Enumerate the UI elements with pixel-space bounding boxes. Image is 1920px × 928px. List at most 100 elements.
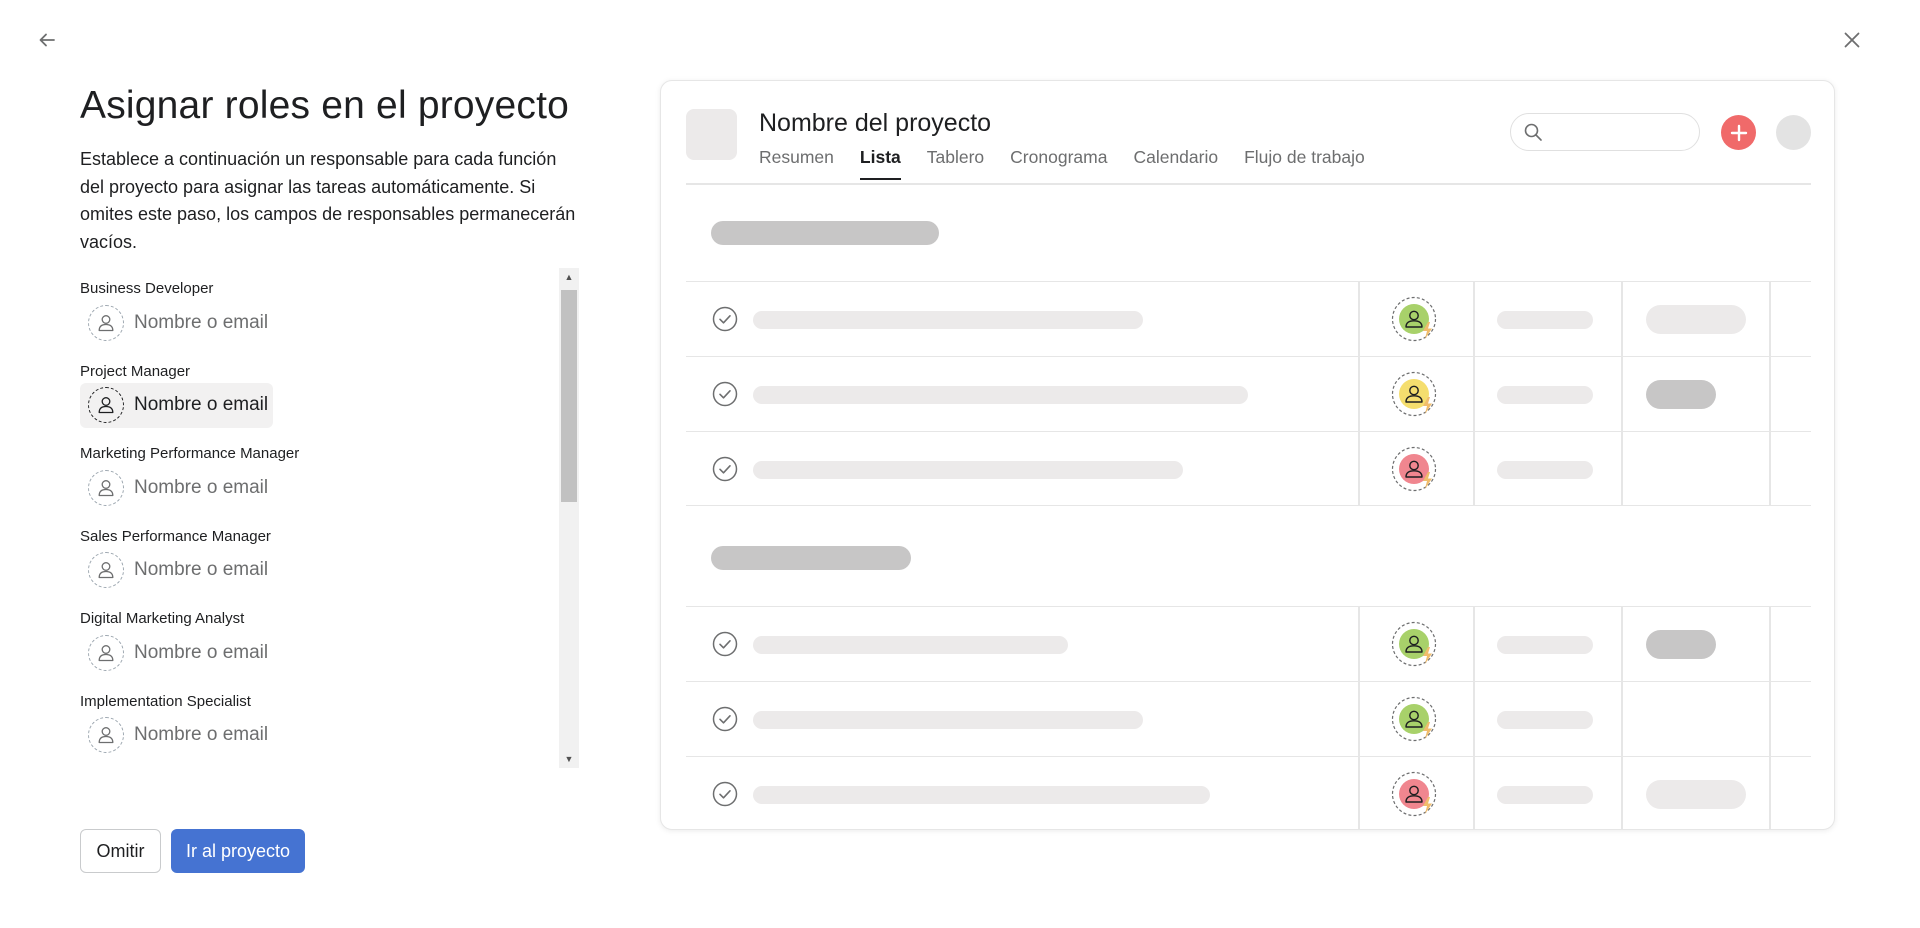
user-icon	[88, 552, 124, 588]
check-circle-icon[interactable]	[712, 631, 738, 657]
assignee-placeholder: Nombre o email	[134, 311, 269, 333]
task-name-placeholder	[753, 786, 1210, 804]
task-name-placeholder	[753, 461, 1183, 479]
search-input[interactable]	[1510, 113, 1700, 151]
close-button[interactable]	[1834, 22, 1870, 58]
role-label: Marketing Performance Manager	[80, 445, 300, 462]
check-circle-icon[interactable]	[712, 381, 738, 407]
skip-button[interactable]: Omitir	[80, 829, 161, 873]
role-item: Marketing Performance Manager Nombre o em…	[80, 433, 560, 516]
search-icon	[1524, 123, 1542, 141]
check-circle-icon[interactable]	[712, 456, 738, 482]
tag-placeholder	[1646, 780, 1746, 809]
user-icon	[88, 469, 124, 506]
role-item: Implementation Specialist Nombre o email	[80, 681, 560, 764]
check-circle-icon[interactable]	[712, 706, 738, 732]
column-divider	[1769, 357, 1771, 431]
section-header-placeholder	[711, 221, 939, 245]
role-label: Sales Performance Manager	[80, 527, 271, 545]
role-label: Implementation Specialist	[80, 692, 251, 710]
date-placeholder	[1497, 786, 1593, 804]
role-assignee-input[interactable]: Nombre o email	[80, 713, 273, 758]
role-assignee-input[interactable]: Nombre o email	[80, 465, 273, 510]
user-avatar[interactable]	[1776, 115, 1811, 150]
roles-panel: Business Developer Nombre o email Project …	[80, 268, 580, 768]
task-row[interactable]	[686, 756, 1811, 829]
date-placeholder	[1497, 711, 1593, 729]
task-row[interactable]	[686, 681, 1811, 756]
check-circle-icon[interactable]	[712, 306, 738, 332]
role-assignee-avatar[interactable]	[1391, 371, 1437, 417]
tab-0[interactable]: Resumen	[759, 147, 834, 178]
role-item: Business Developer Nombre o email	[80, 268, 560, 351]
tab-2[interactable]: Tablero	[927, 147, 984, 178]
column-divider	[1358, 432, 1360, 505]
date-placeholder	[1497, 461, 1593, 479]
role-assignee-input[interactable]: Nombre o email	[80, 300, 273, 345]
add-button[interactable]	[1721, 115, 1756, 150]
tag-placeholder	[1646, 305, 1746, 334]
role-assignee-avatar[interactable]	[1391, 446, 1437, 492]
column-divider	[1473, 282, 1475, 356]
date-placeholder	[1497, 311, 1593, 329]
go-to-project-button[interactable]: Ir al proyecto	[171, 829, 305, 873]
check-circle-icon[interactable]	[712, 781, 738, 807]
task-row[interactable]	[686, 356, 1811, 431]
column-divider	[1621, 432, 1623, 505]
roles-scrollbar[interactable]: ▲ ▼	[559, 268, 579, 768]
task-row[interactable]	[686, 431, 1811, 506]
section-header-placeholder	[711, 546, 911, 570]
back-button[interactable]	[29, 22, 65, 58]
tag-placeholder	[1646, 630, 1716, 659]
scroll-down-arrow[interactable]: ▼	[559, 750, 579, 768]
task-name-placeholder	[753, 311, 1143, 329]
scroll-up-arrow[interactable]: ▲	[559, 268, 579, 286]
project-icon	[686, 109, 737, 160]
project-preview: Nombre del proyecto Resumen Lista Tablero C…	[660, 80, 1835, 830]
column-divider	[1358, 607, 1360, 681]
task-row[interactable]	[686, 606, 1811, 681]
column-divider	[1358, 682, 1360, 756]
column-divider	[1358, 357, 1360, 431]
column-divider	[1358, 282, 1360, 356]
role-assignee-input[interactable]: Nombre o email	[80, 630, 273, 675]
role-assignee-avatar[interactable]	[1391, 621, 1437, 667]
date-placeholder	[1497, 386, 1593, 404]
task-name-placeholder	[753, 386, 1248, 404]
task-row[interactable]	[686, 281, 1811, 356]
column-divider	[1769, 682, 1771, 756]
roles-list: Business Developer Nombre o email Project …	[80, 268, 560, 768]
tag-placeholder	[1646, 380, 1716, 409]
column-divider	[1621, 357, 1623, 431]
project-tabs: Resumen Lista Tablero Cronograma Calendario F…	[759, 147, 1391, 180]
role-assignee-input[interactable]: Nombre o email	[80, 382, 273, 428]
scroll-thumb[interactable]	[561, 290, 577, 502]
tab-3[interactable]: Cronograma	[1010, 147, 1107, 178]
date-placeholder	[1497, 636, 1593, 654]
role-item: Digital Marketing Analyst Nombre o email	[80, 598, 560, 681]
role-assignee-avatar[interactable]	[1391, 696, 1437, 742]
role-assignee-input[interactable]: Nombre o email	[80, 548, 273, 593]
user-icon	[88, 387, 124, 423]
user-icon	[88, 304, 124, 341]
tab-1[interactable]: Lista	[859, 147, 901, 180]
column-divider	[1769, 432, 1771, 505]
assignee-placeholder: Nombre o email	[134, 559, 269, 580]
column-divider	[1621, 607, 1623, 681]
user-icon	[88, 634, 124, 671]
plus-icon	[1730, 124, 1747, 141]
role-assignee-avatar[interactable]	[1391, 771, 1437, 817]
column-divider	[1473, 757, 1475, 829]
column-divider	[1358, 757, 1360, 829]
assignee-placeholder: Nombre o email	[134, 641, 269, 663]
column-divider	[1621, 757, 1623, 829]
column-divider	[1473, 682, 1475, 756]
column-divider	[1769, 757, 1771, 829]
tab-4[interactable]: Calendario	[1133, 147, 1218, 178]
role-item: Sales Performance Manager Nombre o email	[80, 516, 560, 599]
role-assignee-avatar[interactable]	[1391, 296, 1437, 342]
column-divider	[1473, 607, 1475, 681]
role-label: Digital Marketing Analyst	[80, 610, 245, 627]
tab-5[interactable]: Flujo de trabajo	[1244, 147, 1365, 178]
role-label: Business Developer	[80, 280, 214, 297]
